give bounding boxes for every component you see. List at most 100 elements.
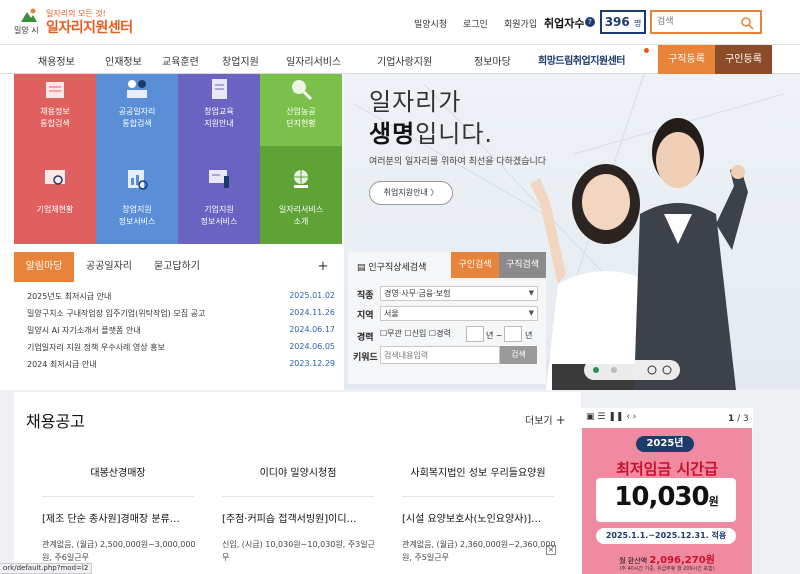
- banner-pager: 1 / 3: [728, 414, 749, 424]
- job-postings-title: 채용공고: [26, 412, 85, 431]
- employer-register-button[interactable]: 구인등록: [715, 45, 772, 74]
- hero-subtitle: 여러분의 일자리를 위하여 최선을 다하겠습니다: [369, 157, 547, 167]
- chevron-right-icon: 〉: [430, 188, 439, 197]
- people-icon: [127, 80, 147, 98]
- prev-icon: ‹: [626, 412, 630, 422]
- nav-item-services[interactable]: 일자리서비스: [286, 53, 341, 68]
- label-job-type: 직종: [357, 291, 374, 301]
- tile-industrial-complex[interactable]: 산업농공 단지현황: [260, 74, 342, 146]
- link-signup[interactable]: 회원가입: [504, 17, 537, 30]
- job-search-title: ▤ 인구직상세검색: [357, 263, 427, 273]
- site-logo[interactable]: 일자리의 모든 것! 일자리지원센터 밀양 시: [14, 6, 144, 38]
- nav-item-training[interactable]: 교육훈련: [162, 53, 199, 68]
- job-desc: 관계없음, (월급) 2,360,000원~2,360,000원, 주5일근무: [402, 540, 556, 562]
- nav-item-talent[interactable]: 인재정보: [105, 53, 142, 68]
- magnifier-icon: [292, 80, 313, 101]
- label-keyword: 키워드: [353, 353, 378, 363]
- notice-panel: 알림마당 공공일자리 묻고답하기 + 2025년도 최저시급 안내 2025.01…: [14, 252, 342, 384]
- notice-item[interactable]: 2024 최저시급 안내 2023.12.29: [27, 359, 337, 375]
- tile-startup-info[interactable]: 창업지원 정보서비스: [96, 146, 178, 244]
- banner-footnote: (주 40시간 기준, 유급주휴 월 209시간 포함): [619, 566, 715, 572]
- link-login[interactable]: 로그인: [463, 17, 488, 30]
- presentation-icon: [209, 170, 229, 188]
- banner-amount: 10,030원: [614, 482, 718, 512]
- employment-support-button[interactable]: 취업지원안내 〉: [369, 181, 453, 205]
- search-input[interactable]: [657, 12, 737, 32]
- region-select[interactable]: 서울 ▼: [380, 306, 538, 321]
- tile-public-jobs[interactable]: 공공일자리 통합검색: [96, 74, 178, 146]
- banner-period: 2025.1.1.~2025.12.31. 적용: [596, 528, 736, 544]
- notice-item[interactable]: 기업일자리 지원 정책 우수사례 영상 홍보 2024.06.05: [27, 342, 337, 358]
- nav-item-company-support[interactable]: 기업사랑지원: [377, 53, 432, 68]
- job-title: [주점·커피숍 접객서빙원]이디…: [222, 514, 357, 525]
- logo-city: 밀양 시: [14, 26, 39, 35]
- notice-item[interactable]: 밀양구치소 구내작업장 입주기업(위탁작업) 모집 공고 2024.11.26: [27, 308, 337, 324]
- career-year-to-input[interactable]: [504, 326, 522, 342]
- search-icon[interactable]: [740, 16, 754, 30]
- tile-company-info[interactable]: 기업지원 정보서비스: [178, 146, 260, 244]
- logo-title: 일자리지원센터: [46, 20, 133, 36]
- job-seeker-register-button[interactable]: 구직등록: [658, 45, 715, 74]
- job-count-label: 취업자수: [544, 17, 585, 30]
- tab-public-jobs[interactable]: 공공일자리: [80, 252, 138, 282]
- tile-job-search[interactable]: 채용정보 통합검색: [14, 74, 96, 146]
- job-company: 사회복지법인 성보 우리들요양원: [410, 468, 546, 479]
- tab-qna[interactable]: 묻고답하기: [148, 252, 206, 282]
- checkbox-experienced[interactable]: ☐: [429, 329, 436, 338]
- next-icon: ›: [632, 412, 637, 422]
- tab-employer-search[interactable]: 구인검색: [451, 252, 499, 278]
- job-count-unit: 명: [633, 19, 642, 28]
- checkbox-new[interactable]: ☐: [404, 329, 411, 338]
- tile-company-status[interactable]: 기업체현황: [14, 146, 96, 244]
- more-link[interactable]: 더보기 +: [525, 412, 566, 427]
- nav-brand[interactable]: 희망드림취업지원센터: [538, 52, 626, 67]
- notice-item[interactable]: 2025년도 최저시급 안내 2025.01.02: [27, 291, 337, 307]
- site-header: 일자리의 모든 것! 일자리지원센터 밀양 시 밀양시청 로그인 회원가입 취업…: [0, 0, 800, 44]
- label-region: 지역: [357, 311, 374, 321]
- nav-item-info[interactable]: 정보마당: [474, 53, 511, 68]
- close-icon[interactable]: ×: [546, 545, 556, 555]
- hero-title-line2: 생명입니다.: [369, 120, 494, 148]
- list-search-icon: [46, 82, 64, 98]
- job-company: 대봉산경매장: [90, 468, 146, 479]
- slider-prev-next-buttons[interactable]: [675, 365, 699, 377]
- link-city-hall[interactable]: 밀양시청: [414, 17, 447, 30]
- plus-icon: +: [555, 413, 566, 427]
- career-year-from-input[interactable]: [466, 326, 484, 342]
- slider-play-pause-button[interactable]: [650, 365, 670, 377]
- year-range-label: 년 ~: [486, 331, 503, 340]
- job-title: [시설 요양보호사(노인요양사)]…: [402, 514, 542, 525]
- document-icon: [212, 79, 227, 99]
- tab-notices[interactable]: 알림마당: [14, 252, 74, 282]
- main-nav: 채용정보 인재정보 교육훈련 창업지원 일자리서비스 기업사랑지원 정보마당 희…: [0, 44, 800, 74]
- help-icon[interactable]: ?: [585, 17, 595, 27]
- job-desc: 신입, (시급) 10,030원~10,030원, 주3일근무: [222, 540, 375, 562]
- banner-title: 최저임금 시간급: [616, 460, 718, 478]
- job-card[interactable]: 사회복지법인 성보 우리들요양원 [시설 요양보호사(노인요양사)]… 관계없음…: [394, 444, 562, 574]
- job-type-select[interactable]: 경영·사무·금융·보험 ▼: [380, 286, 538, 301]
- tile-job-service-intro[interactable]: 일자리서비스 소개: [260, 146, 342, 244]
- more-plus-icon[interactable]: +: [314, 252, 332, 282]
- pause-icon: ❚❚: [608, 412, 624, 422]
- keyword-input[interactable]: [380, 346, 500, 364]
- monitor-search-icon: [45, 170, 65, 185]
- nav-item-startup[interactable]: 창업지원: [222, 53, 259, 68]
- tile-startup-education[interactable]: 창업교육 지원안내: [178, 74, 260, 146]
- nav-item-jobs[interactable]: 채용정보: [38, 53, 75, 68]
- job-card[interactable]: 이디야 밀양시청점 [주점·커피숍 접객서빙원]이디… 신입, (시급) 10,…: [214, 444, 382, 574]
- job-count-value: 396: [604, 15, 630, 29]
- job-card[interactable]: 대봉산경매장 [제조 단순 종사원]경매장 분류… 관계없음, (월급) 2,5…: [34, 444, 202, 574]
- logo-mark-icon: [21, 8, 37, 22]
- job-search-button[interactable]: 검색: [500, 346, 537, 364]
- chevron-down-icon: ▼: [528, 289, 534, 297]
- detailed-job-search-panel: ▤ 인구직상세검색 구인검색 구직검색 직종 경영·사무·금융·보험 ▼ 지역 서…: [348, 252, 546, 384]
- nav-dot: [644, 48, 649, 53]
- document-icon: ▤: [357, 263, 366, 273]
- notice-item[interactable]: 밀양시 AI 자기소개서 플랫폼 안내 2024.06.17: [27, 325, 337, 341]
- banner-year: 2025년: [636, 436, 694, 452]
- tab-seeker-search[interactable]: 구직검색: [499, 252, 546, 278]
- label-career: 경력: [357, 333, 374, 343]
- slide-dot-active[interactable]: [595, 367, 603, 375]
- career-options: ☐무관 ☐신입 ☐경력: [380, 329, 451, 338]
- banner-controls[interactable]: ▣ ☰ ❚❚ ‹ ›: [586, 412, 636, 422]
